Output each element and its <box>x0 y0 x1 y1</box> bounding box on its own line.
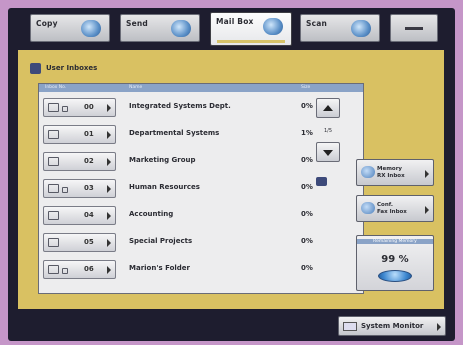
tab-mail-box-label: Mail Box <box>216 17 254 26</box>
inbox-icon <box>48 157 59 166</box>
inbox-number: 03 <box>84 184 94 192</box>
inbox-select-button[interactable]: 03 <box>43 179 116 198</box>
inbox-name: Marion's Folder <box>129 264 190 272</box>
memory-rx-icon <box>361 166 375 178</box>
inbox-row: 04 Accounting 0% <box>39 201 363 228</box>
conf-fax-label: Conf. Fax Inbox <box>377 202 407 215</box>
inbox-row: 05 Special Projects 0% <box>39 228 363 255</box>
panel-title: User Inboxes <box>46 64 98 72</box>
inbox-name: Departmental Systems <box>129 129 220 137</box>
inbox-usage: 0% <box>301 102 313 110</box>
inbox-name: Human Resources <box>129 183 200 191</box>
column-name: Name <box>129 85 143 90</box>
tab-scan[interactable]: Scan <box>300 14 380 42</box>
inbox-status-icon <box>316 177 327 186</box>
tab-minus[interactable] <box>390 14 438 42</box>
inbox-usage: 0% <box>301 156 313 164</box>
inbox-name: Marketing Group <box>129 156 196 164</box>
inbox-number: 00 <box>84 103 94 111</box>
user-inbox-icon <box>30 63 41 74</box>
inbox-row: 01 Departmental Systems 1% <box>39 120 363 147</box>
inbox-row: 03 Human Resources 0% <box>39 174 363 201</box>
inbox-icon <box>48 211 59 220</box>
memory-rx-label: Memory RX Inbox <box>377 166 405 179</box>
arrow-down-icon <box>323 150 333 156</box>
arrow-right-icon <box>107 104 111 112</box>
page-indicator: 1/5 <box>324 128 333 134</box>
inbox-number: 02 <box>84 157 94 165</box>
column-number: Inbox No. <box>45 85 67 90</box>
inbox-usage: 1% <box>301 129 313 137</box>
arrow-up-icon <box>323 105 333 111</box>
inbox-icon <box>48 184 59 193</box>
memory-disk-icon <box>378 270 412 282</box>
tab-send[interactable]: Send <box>120 14 200 42</box>
scan-icon <box>351 20 371 37</box>
scroll-down-button[interactable] <box>316 142 340 162</box>
tab-send-label: Send <box>126 19 148 28</box>
inbox-usage: 0% <box>301 210 313 218</box>
arrow-right-icon <box>425 206 429 214</box>
inbox-select-button[interactable]: 04 <box>43 206 116 225</box>
inbox-number: 01 <box>84 130 94 138</box>
lock-icon <box>62 187 68 193</box>
fax-icon <box>361 202 375 214</box>
remaining-memory-label: Remaining Memory <box>357 239 433 244</box>
inbox-select-button[interactable]: 06 <box>43 260 116 279</box>
mailbox-icon <box>263 18 283 35</box>
inbox-usage: 0% <box>301 183 313 191</box>
inbox-name: Special Projects <box>129 237 193 245</box>
inbox-select-button[interactable]: 01 <box>43 125 116 144</box>
send-icon <box>171 20 191 37</box>
arrow-right-icon <box>107 212 111 220</box>
arrow-right-icon <box>107 239 111 247</box>
inbox-icon <box>48 130 59 139</box>
inbox-usage: 0% <box>301 264 313 272</box>
copy-icon <box>81 20 101 37</box>
monitor-icon <box>343 322 357 331</box>
scroll-up-button[interactable] <box>316 98 340 118</box>
inbox-select-button[interactable]: 00 <box>43 98 116 117</box>
system-monitor-label: System Monitor <box>361 322 424 330</box>
inbox-row: 02 Marketing Group 0% <box>39 147 363 174</box>
inbox-select-button[interactable]: 05 <box>43 233 116 252</box>
inbox-icon <box>48 265 59 274</box>
arrow-right-icon <box>107 131 111 139</box>
inbox-usage: 0% <box>301 237 313 245</box>
tab-mail-box[interactable]: Mail Box <box>210 12 292 46</box>
memory-rx-inbox-button[interactable]: Memory RX Inbox <box>356 159 434 186</box>
inbox-icon <box>48 103 59 112</box>
column-usage: Size <box>301 85 311 90</box>
arrow-right-icon <box>425 170 429 178</box>
inbox-number: 04 <box>84 211 94 219</box>
arrow-right-icon <box>437 323 441 331</box>
lock-icon <box>62 268 68 274</box>
list-header: Inbox No. Name Size <box>39 84 363 92</box>
inbox-icon <box>48 238 59 247</box>
remaining-memory-value: 99 % <box>381 254 409 265</box>
arrow-right-icon <box>107 185 111 193</box>
tab-scan-label: Scan <box>306 19 328 28</box>
inbox-name: Accounting <box>129 210 174 218</box>
lock-icon <box>62 106 68 112</box>
conf-fax-inbox-button[interactable]: Conf. Fax Inbox <box>356 195 434 222</box>
arrow-right-icon <box>107 158 111 166</box>
system-monitor-button[interactable]: System Monitor <box>338 316 446 336</box>
inbox-row: 06 Marion's Folder 0% <box>39 255 363 282</box>
mailbox-panel: User Inboxes Inbox No. Name Size 00 Inte… <box>18 50 444 309</box>
inbox-select-button[interactable]: 02 <box>43 152 116 171</box>
inbox-number: 05 <box>84 238 94 246</box>
remaining-memory-box: Remaining Memory 99 % <box>356 235 434 291</box>
arrow-right-icon <box>107 266 111 274</box>
minus-icon <box>405 27 423 30</box>
tab-copy[interactable]: Copy <box>30 14 110 42</box>
inbox-name: Integrated Systems Dept. <box>129 102 231 110</box>
inbox-number: 06 <box>84 265 94 273</box>
tab-copy-label: Copy <box>36 19 58 28</box>
inbox-row: 00 Integrated Systems Dept. 0% <box>39 93 363 120</box>
